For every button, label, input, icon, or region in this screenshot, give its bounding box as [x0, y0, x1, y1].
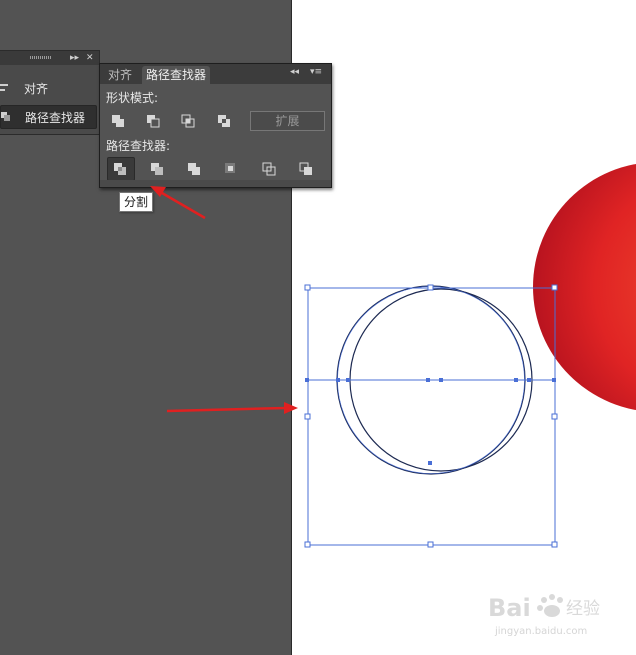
selection-bounding-box[interactable]	[304, 284, 558, 548]
anchor-points	[305, 378, 556, 465]
watermark-url: jingyan.baidu.com	[495, 626, 588, 637]
svg-text:Bai: Bai	[488, 594, 531, 622]
red-circle-shape[interactable]	[533, 162, 636, 412]
annotation-arrow-tooltip	[150, 186, 206, 220]
artwork-layer	[150, 162, 636, 548]
annotation-arrow-selection	[166, 402, 298, 414]
svg-text:经验: 经验	[566, 599, 600, 619]
